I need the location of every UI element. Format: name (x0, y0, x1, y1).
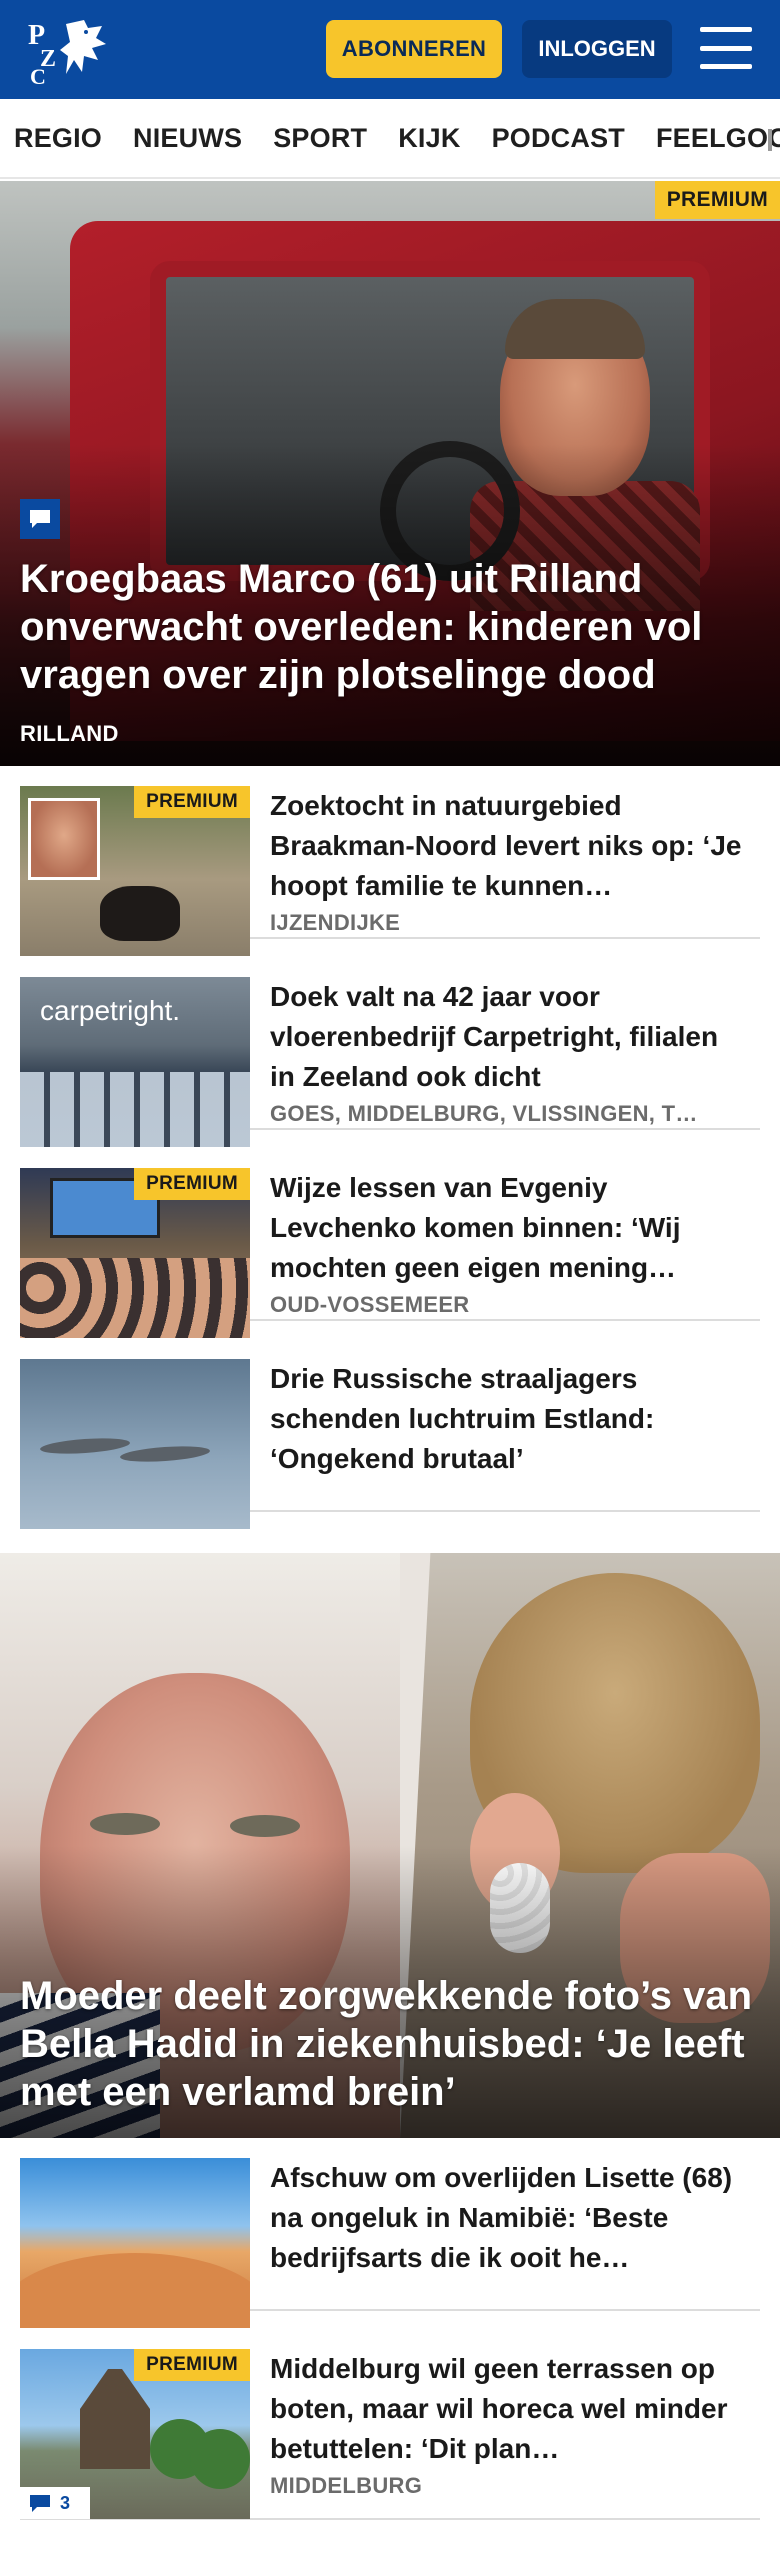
nav-item-podcast[interactable]: PODCAST (492, 123, 625, 154)
menu-line (700, 64, 752, 69)
premium-badge: PREMIUM (654, 181, 780, 219)
subscribe-button[interactable]: ABONNEREN (326, 20, 502, 78)
article-title[interactable]: Doek valt na 42 jaar voor vloerenbedrijf… (270, 977, 750, 1097)
hero-article-1[interactable]: PREMIUM Kroegbaas Marco (61) uit Rilland… (0, 181, 780, 766)
article-location: MIDDELBURG (270, 2473, 423, 2498)
top-header: P Z C ABONNEREN INLOGGEN (0, 0, 780, 99)
hero-location: RILLAND (20, 721, 119, 746)
hero-title[interactable]: Moeder deelt zorgwekkende foto’s van Bel… (20, 1972, 760, 2116)
article-thumbnail: PREMIUM 3 (20, 2349, 250, 2519)
pzc-logo[interactable]: P Z C (26, 14, 112, 86)
article-title[interactable]: Drie Russische straaljagers schenden luc… (270, 1359, 750, 1479)
nav-item-feelgood[interactable]: FEELGOOD (656, 123, 780, 154)
thumbnail-jet (119, 1443, 211, 1465)
article-location: OUD-VOSSEMEER (270, 1292, 470, 1317)
nav-item-regio[interactable]: REGIO (14, 123, 102, 154)
nav-item-kijk[interactable]: KIJK (398, 123, 460, 154)
article-title[interactable]: Afschuw om overlijden Lisette (68) na on… (270, 2158, 750, 2278)
thumbnail-dog (100, 886, 180, 941)
menu-icon[interactable] (700, 25, 752, 71)
comment-icon[interactable] (20, 499, 60, 539)
list-item[interactable]: PREMIUM Zoektocht in natuurgebied Braakm… (20, 766, 760, 956)
list-item[interactable]: PREMIUM Wijze lessen van Evgeniy Levchen… (20, 1148, 760, 1338)
login-button[interactable]: INLOGGEN (522, 20, 672, 78)
article-thumbnail (20, 1359, 250, 1529)
thumbnail-dune (20, 2253, 250, 2328)
thumbnail-building (80, 2369, 150, 2469)
article-title[interactable]: Wijze lessen van Evgeniy Levchenko komen… (270, 1168, 750, 1288)
svg-text:C: C (30, 64, 46, 86)
menu-line (700, 27, 752, 32)
list-item[interactable]: PREMIUM 3 Middelburg wil geen terrassen … (20, 2329, 760, 2520)
thumbnail-inset-portrait (28, 798, 100, 880)
article-thumbnail (20, 2158, 250, 2328)
premium-badge: PREMIUM (134, 2349, 250, 2381)
article-title[interactable]: Middelburg wil geen terrassen op boten, … (270, 2349, 750, 2469)
list-item[interactable]: Drie Russische straaljagers schenden luc… (20, 1339, 760, 1529)
speech-bubble-icon (30, 510, 50, 528)
article-location: IJZENDIJKE (270, 910, 401, 935)
section-nav: REGIO NIEUWS SPORT KIJK PODCAST FEELGOOD (0, 99, 780, 179)
premium-badge: PREMIUM (134, 1168, 250, 1200)
speech-bubble-icon (30, 2495, 50, 2512)
thumbnail-tree (190, 2429, 250, 2489)
nav-overflow-indicator (768, 129, 772, 151)
thumbnail-crowd (20, 1258, 250, 1338)
article-thumbnail: PREMIUM (20, 786, 250, 956)
thumbnail-store-sign: carpetright. (40, 995, 181, 1026)
thumbnail-storefront (20, 1072, 250, 1147)
comment-count-badge[interactable]: 3 (20, 2487, 90, 2519)
thumbnail-jet (39, 1435, 131, 1457)
article-location: GOES, MIDDELBURG, VLISSINGEN, T… (270, 1101, 698, 1126)
hero-article-2[interactable]: Moeder deelt zorgwekkende foto’s van Bel… (0, 1553, 780, 2138)
list-item[interactable]: Afschuw om overlijden Lisette (68) na on… (20, 2138, 760, 2328)
hero-title[interactable]: Kroegbaas Marco (61) uit Rilland onverwa… (20, 555, 760, 699)
article-thumbnail: PREMIUM (20, 1168, 250, 1338)
comment-count: 3 (60, 2492, 71, 2513)
nav-item-nieuws[interactable]: NIEUWS (133, 123, 242, 154)
list-item[interactable]: carpetright. Doek valt na 42 jaar voor v… (20, 957, 760, 1147)
premium-badge: PREMIUM (134, 786, 250, 818)
article-thumbnail: carpetright. (20, 977, 250, 1147)
menu-line (700, 45, 752, 51)
nav-item-sport[interactable]: SPORT (273, 123, 367, 154)
article-title[interactable]: Zoektocht in natuurgebied Braakman-Noord… (270, 786, 750, 906)
